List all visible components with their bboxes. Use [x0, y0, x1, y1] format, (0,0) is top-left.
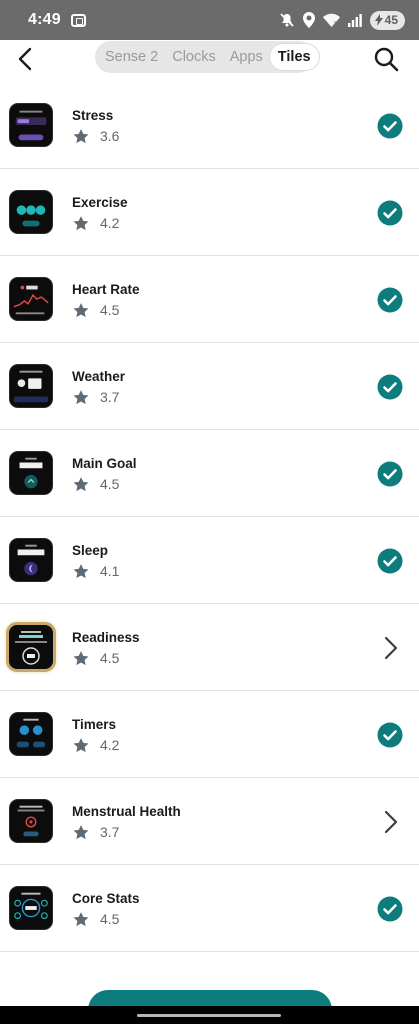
tab-clocks[interactable]: Clocks [165, 44, 223, 70]
tile-name: Menstrual Health [72, 804, 181, 819]
chevron-left-icon [18, 47, 32, 71]
list-item-menstrual-health[interactable]: Menstrual Health 3.7 [0, 778, 419, 865]
tile-name: Weather [72, 369, 126, 384]
star-icon [73, 563, 89, 578]
mute-icon [280, 13, 294, 27]
tile-name: Readiness [72, 630, 140, 645]
star-icon [73, 389, 89, 404]
rating-value: 4.2 [100, 737, 120, 753]
rating-value: 4.1 [100, 563, 120, 579]
tab-tiles[interactable]: Tiles [269, 44, 319, 70]
rating-value: 4.5 [100, 911, 120, 927]
stress-tile-thumbnail [9, 103, 53, 147]
installed-check-icon[interactable] [377, 287, 403, 313]
list-item-exercise[interactable]: Exercise 4.2 [0, 169, 419, 256]
installed-check-icon[interactable] [377, 722, 403, 748]
chevron-right-icon[interactable] [377, 809, 403, 835]
heart-rate-tile-thumbnail [9, 277, 53, 321]
tile-rating: 4.5 [72, 649, 140, 667]
core-stats-tile-thumbnail [9, 886, 53, 930]
installed-check-icon[interactable] [377, 896, 403, 922]
status-time: 4:49 [28, 11, 61, 28]
signal-icon [347, 14, 362, 27]
tiles-list: Stress 3.6 Exercise 4.2 Heart Rate 4.5 W… [0, 82, 419, 952]
home-indicator[interactable] [137, 1014, 281, 1017]
status-bar: 4:49 ? 45 [0, 0, 419, 40]
list-item-weather[interactable]: Weather 3.7 [0, 343, 419, 430]
battery-level: 45 [384, 13, 398, 27]
rating-value: 4.5 [100, 476, 120, 492]
tile-name: Main Goal [72, 456, 137, 471]
search-icon [374, 47, 399, 72]
installed-check-icon[interactable] [377, 548, 403, 574]
search-button[interactable] [373, 46, 399, 72]
location-icon [302, 12, 315, 28]
status-icons: ? 45 [279, 10, 405, 30]
rating-value: 4.5 [100, 650, 120, 666]
list-item-timers[interactable]: Timers 4.2 [0, 691, 419, 778]
star-icon [73, 737, 89, 752]
star-icon [73, 911, 89, 926]
list-item-heart-rate[interactable]: Heart Rate 4.5 [0, 256, 419, 343]
tile-rating: 4.5 [72, 910, 140, 928]
tab-apps[interactable]: Apps [223, 44, 270, 70]
list-item-main-goal[interactable]: Main Goal 4.5 [0, 430, 419, 517]
back-button[interactable] [12, 45, 38, 73]
header: Sense 2 Clocks Apps Tiles [0, 40, 419, 76]
rating-value: 4.5 [100, 302, 120, 318]
list-item-sleep[interactable]: Sleep 4.1 [0, 517, 419, 604]
star-icon [73, 476, 89, 491]
screenshot-icon [70, 13, 86, 27]
list-item-stress[interactable]: Stress 3.6 [0, 82, 419, 169]
star-icon [73, 824, 89, 839]
tile-rating: 4.5 [72, 475, 137, 493]
rating-value: 3.6 [100, 128, 120, 144]
battery-icon: 45 [369, 10, 405, 30]
tile-name: Exercise [72, 195, 128, 210]
tile-rating: 3.7 [72, 388, 125, 406]
timers-tile-thumbnail [9, 712, 53, 756]
readiness-tile-thumbnail [6, 622, 56, 672]
weather-tile-thumbnail [9, 364, 53, 408]
rating-value: 4.2 [100, 215, 120, 231]
installed-check-icon[interactable] [377, 113, 403, 139]
tile-rating: 4.2 [72, 214, 128, 232]
tile-name: Core Stats [72, 891, 140, 906]
tile-rating: 4.5 [72, 301, 140, 319]
tile-name: Heart Rate [72, 282, 140, 297]
tile-name: Stress [72, 108, 114, 123]
list-item-core-stats[interactable]: Core Stats 4.5 [0, 865, 419, 952]
tab-sense-2[interactable]: Sense 2 [98, 44, 165, 70]
installed-check-icon[interactable] [377, 200, 403, 226]
exercise-tile-thumbnail [9, 190, 53, 234]
rating-value: 3.7 [100, 824, 120, 840]
main-goal-tile-thumbnail [9, 451, 53, 495]
star-icon [73, 215, 89, 230]
tile-rating: 4.2 [72, 736, 119, 754]
tile-name: Timers [72, 717, 117, 732]
list-item-readiness[interactable]: Readiness 4.5 [0, 604, 419, 691]
tile-rating: 4.1 [72, 562, 119, 580]
star-icon [73, 128, 89, 143]
category-tabs: Sense 2 Clocks Apps Tiles [95, 41, 319, 73]
tile-rating: 3.6 [72, 127, 119, 145]
rating-value: 3.7 [100, 389, 120, 405]
star-icon [73, 650, 89, 665]
sleep-tile-thumbnail [9, 538, 53, 582]
tile-rating: 3.7 [72, 823, 181, 841]
wifi-icon: ? [322, 13, 340, 27]
star-icon [73, 302, 89, 317]
tile-name: Sleep [72, 543, 109, 558]
installed-check-icon[interactable] [377, 374, 403, 400]
chevron-right-icon[interactable] [377, 635, 403, 661]
menstrual-health-tile-thumbnail [9, 799, 53, 843]
svg-text:?: ? [333, 22, 337, 27]
installed-check-icon[interactable] [377, 461, 403, 487]
